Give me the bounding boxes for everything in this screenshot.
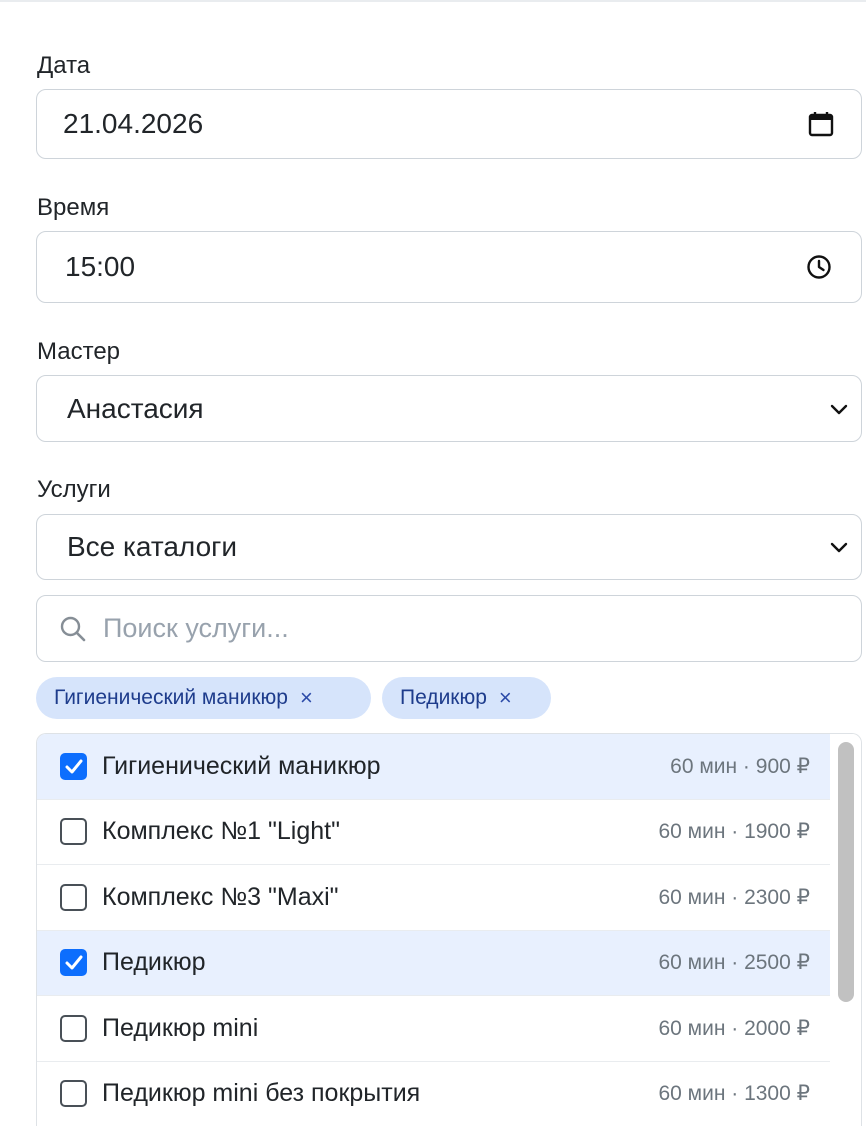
service-row[interactable]: Комплекс №3 "Maxi" 60 мин · 2300 ₽ bbox=[37, 865, 832, 931]
time-value: 15:00 bbox=[65, 251, 136, 282]
remove-chip-button[interactable]: × bbox=[499, 685, 512, 711]
service-row[interactable]: Комплекс №1 "Light" 60 мин · 1900 ₽ bbox=[37, 800, 832, 865]
catalog-value: Все каталоги bbox=[67, 531, 238, 562]
time-input[interactable]: 15:00 bbox=[36, 231, 862, 303]
date-value: 21.04.2026 bbox=[63, 108, 204, 139]
chip-label: Гигиенический маникюр bbox=[54, 686, 288, 709]
selected-chip: Педикюр × bbox=[382, 677, 551, 719]
master-value: Анастасия bbox=[67, 392, 204, 424]
service-row[interactable]: Педикюр 60 мин · 2500 ₽ bbox=[37, 930, 832, 996]
checkbox[interactable] bbox=[60, 818, 87, 846]
checkbox-checked[interactable] bbox=[60, 949, 87, 977]
date-label: Дата bbox=[37, 52, 91, 79]
service-row[interactable]: Педикюр mini без покрытия 60 мин · 1300 … bbox=[37, 1062, 832, 1126]
selected-chip: Гигиенический маникюр × bbox=[36, 677, 371, 719]
top-divider bbox=[0, 0, 866, 2]
time-label: Время bbox=[37, 194, 110, 221]
checkbox[interactable] bbox=[60, 1014, 87, 1042]
service-meta: 60 мин · 2300 ₽ bbox=[658, 885, 810, 909]
search-input[interactable] bbox=[103, 613, 841, 644]
service-row[interactable]: Гигиенический маникюр 60 мин · 900 ₽ bbox=[37, 734, 832, 800]
service-name: Гигиенический маникюр bbox=[102, 751, 381, 780]
service-row[interactable]: Педикюр mini 60 мин · 2000 ₽ bbox=[37, 996, 832, 1062]
checkbox-checked[interactable] bbox=[60, 752, 87, 780]
service-name: Комплекс №3 "Maxi" bbox=[102, 882, 339, 911]
master-select[interactable]: Анастасия bbox=[36, 375, 862, 442]
service-search[interactable] bbox=[36, 595, 862, 662]
service-name: Педикюр bbox=[102, 948, 206, 977]
service-name: Педикюр mini bbox=[102, 1013, 259, 1042]
chip-label: Педикюр bbox=[400, 686, 487, 709]
calendar-icon[interactable] bbox=[807, 110, 835, 138]
date-input[interactable]: 21.04.2026 bbox=[36, 89, 862, 159]
chevron-down-icon bbox=[825, 533, 853, 561]
catalog-select[interactable]: Все каталоги bbox=[36, 514, 862, 580]
checkbox[interactable] bbox=[60, 1080, 87, 1108]
service-meta: 60 мин · 900 ₽ bbox=[670, 754, 810, 778]
service-name: Комплекс №1 "Light" bbox=[102, 817, 340, 846]
clock-icon[interactable] bbox=[805, 253, 833, 281]
service-meta: 60 мин · 1900 ₽ bbox=[658, 820, 810, 844]
chevron-down-icon bbox=[825, 395, 853, 423]
service-meta: 60 мин · 1300 ₽ bbox=[658, 1082, 810, 1106]
service-meta: 60 мин · 2500 ₽ bbox=[658, 951, 810, 975]
service-name: Педикюр mini без покрытия bbox=[102, 1079, 421, 1108]
scrollbar-thumb[interactable] bbox=[838, 742, 854, 1002]
master-label: Мастер bbox=[37, 338, 121, 365]
search-icon bbox=[59, 615, 87, 643]
service-meta: 60 мин · 2000 ₽ bbox=[658, 1016, 810, 1040]
scrollbar[interactable] bbox=[830, 734, 861, 1126]
service-list: Гигиенический маникюр 60 мин · 900 ₽ Ком… bbox=[36, 733, 862, 1126]
services-label: Услуги bbox=[37, 476, 111, 503]
remove-chip-button[interactable]: × bbox=[300, 685, 313, 711]
checkbox[interactable] bbox=[60, 883, 87, 911]
